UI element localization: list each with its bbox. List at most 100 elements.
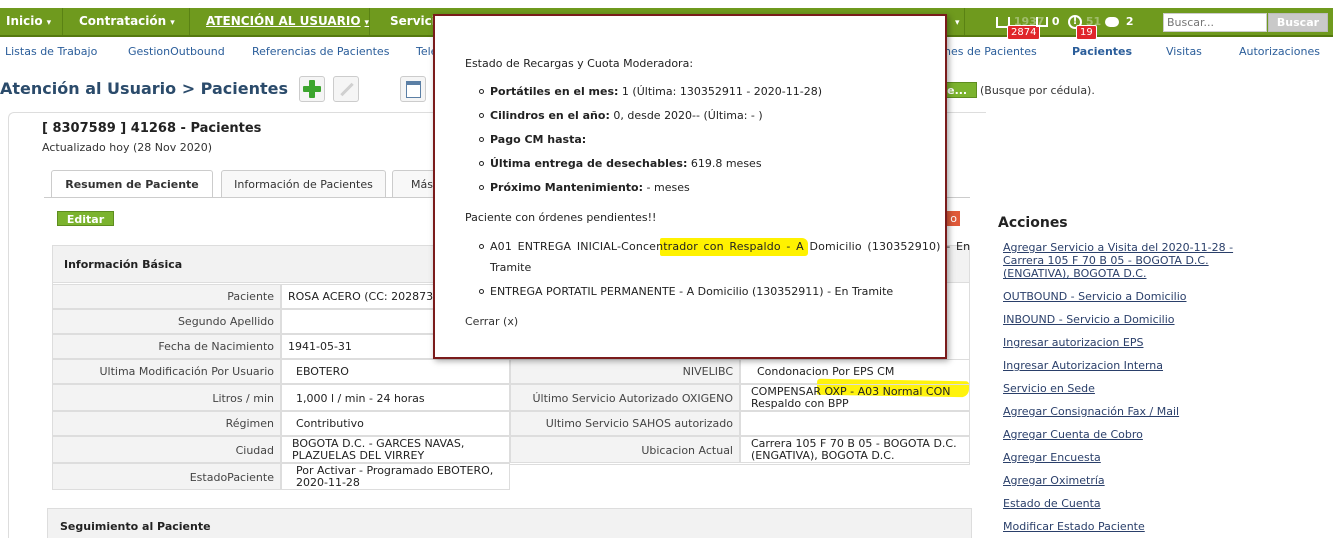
menu-atencion-usuario[interactable]: ATENCIÓN AL USUARIO ▾ bbox=[190, 8, 370, 35]
field-value-litros: 1,000 l / min - 24 horas bbox=[281, 384, 510, 411]
action-encuesta[interactable]: Agregar Encuesta bbox=[1003, 451, 1101, 464]
stat-label: Pago CM hasta: bbox=[490, 133, 587, 146]
updated-date: Actualizado hoy (28 Nov 2020) bbox=[42, 141, 212, 154]
bullet-icon bbox=[479, 137, 484, 142]
field-value-ultimo-servicio-oxigeno: COMPENSAR OXP - A03 Normal CON Respaldo … bbox=[740, 384, 970, 411]
action-inbound[interactable]: INBOUND - Servicio a Domicilio bbox=[1003, 313, 1175, 326]
modal-stat-cilindros: Cilindros en el año: 0, desde 2020-- (Úl… bbox=[490, 109, 763, 122]
subnav-visitas[interactable]: Visitas bbox=[1166, 45, 1202, 59]
stat-label: Próximo Mantenimiento: bbox=[490, 181, 644, 194]
subnav-autorizaciones[interactable]: Autorizaciones bbox=[1239, 45, 1320, 59]
field-label: Último Servicio Autorizado OXIGENO bbox=[510, 384, 740, 411]
subnav-referencias[interactable]: Referencias de Pacientes bbox=[252, 45, 389, 59]
field-value-estado-paciente: Por Activar - Programado EBOTERO, 2020-1… bbox=[281, 463, 510, 490]
chevron-down-icon: ▾ bbox=[364, 18, 370, 28]
menu-contratacion[interactable]: Contratación ▾ bbox=[63, 8, 190, 35]
basic-info-title: Información Básica bbox=[64, 258, 183, 271]
bullet-icon bbox=[479, 161, 484, 166]
field-value-regimen: Contributivo bbox=[281, 411, 510, 436]
comment-icon bbox=[1105, 17, 1119, 27]
subnav-gestion-outbound[interactable]: GestionOutbound bbox=[128, 45, 225, 59]
modal-close-link[interactable]: Cerrar (x) bbox=[465, 315, 518, 328]
document-button[interactable] bbox=[400, 76, 426, 102]
field-value-ubicacion-actual: Carrera 105 F 70 B 05 - BOGOTA D.C. (ENG… bbox=[740, 436, 970, 463]
field-label: Segundo Apellido bbox=[52, 309, 281, 334]
edit-tool-button[interactable] bbox=[333, 76, 359, 102]
comments-count: 2 bbox=[1125, 15, 1134, 28]
action-modificar-estado[interactable]: Modificar Estado Paciente bbox=[1003, 520, 1145, 533]
bullet-icon bbox=[479, 244, 484, 249]
followup-title: Seguimiento al Paciente bbox=[60, 520, 211, 533]
field-label: Ubicacion Actual bbox=[510, 436, 740, 463]
pencil-icon bbox=[340, 82, 354, 97]
modal-stat-pago-cm: Pago CM hasta: bbox=[490, 133, 586, 146]
bullet-icon bbox=[479, 113, 484, 118]
tab-resumen-paciente[interactable]: Resumen de Paciente bbox=[51, 170, 213, 198]
field-label: Ultima Modificación Por Usuario bbox=[52, 359, 281, 384]
field-label: Ciudad bbox=[52, 436, 281, 463]
stat-label: Última entrega de desechables: bbox=[490, 157, 688, 170]
document-icon-bar bbox=[406, 81, 421, 85]
modal-stat-mantenimiento: Próximo Mantenimiento: - meses bbox=[490, 181, 690, 194]
stat-label: Portátiles en el mes: bbox=[490, 85, 619, 98]
menu-inicio[interactable]: Inicio ▾ bbox=[0, 8, 63, 35]
field-label: EstadoPaciente bbox=[52, 463, 281, 490]
page-title: Atención al Usuario > Pacientes bbox=[0, 79, 288, 98]
menu-contratacion-label: Contratación bbox=[79, 14, 167, 28]
action-autorizacion-interna[interactable]: Ingresar Autorizacion Interna bbox=[1003, 359, 1163, 372]
modal-order-2: ENTREGA PORTATIL PERMANENTE - A Domicili… bbox=[490, 285, 894, 298]
modal-pending-heading: Paciente con órdenes pendientes!! bbox=[465, 211, 657, 224]
actions-title: Acciones bbox=[998, 215, 1068, 231]
stat-value: 619.8 meses bbox=[690, 157, 762, 170]
subnav-listas-trabajo[interactable]: Listas de Trabajo bbox=[5, 45, 97, 59]
plus-icon-bar bbox=[303, 86, 321, 92]
action-outbound[interactable]: OUTBOUND - Servicio a Domicilio bbox=[1003, 290, 1186, 303]
chevron-down-icon: ▾ bbox=[955, 18, 960, 28]
messages-count: 0 bbox=[1051, 15, 1060, 28]
field-label: Régimen bbox=[52, 411, 281, 436]
modal-order-1-cont: Tramite bbox=[490, 261, 532, 274]
modal-heading: Estado de Recargas y Cuota Moderadora: bbox=[465, 57, 694, 70]
field-label: Litros / min bbox=[52, 384, 281, 411]
action-estado-cuenta[interactable]: Estado de Cuenta bbox=[1003, 497, 1101, 510]
add-patient-button[interactable] bbox=[299, 76, 325, 102]
bullet-icon bbox=[479, 289, 484, 294]
menu-inicio-label: Inicio bbox=[6, 14, 43, 28]
menu-servicio[interactable]: Servicio bbox=[370, 8, 444, 35]
field-value-sahos bbox=[740, 411, 970, 436]
action-cuenta-cobro[interactable]: Agregar Cuenta de Cobro bbox=[1003, 428, 1143, 441]
modal-stat-desechables: Última entrega de desechables: 619.8 mes… bbox=[490, 157, 762, 170]
alerts-badge: 19 bbox=[1076, 25, 1097, 40]
search-input[interactable] bbox=[1163, 13, 1267, 32]
cedula-hint: (Busque por cédula). bbox=[980, 84, 1095, 97]
action-consignacion[interactable]: Agregar Consignación Fax / Mail bbox=[1003, 405, 1179, 418]
field-label: Paciente bbox=[52, 284, 281, 309]
search-button[interactable]: Buscar bbox=[1268, 13, 1328, 32]
field-value-modificado-por: EBOTERO bbox=[281, 359, 510, 384]
edit-button[interactable]: Editar bbox=[57, 211, 114, 226]
action-oximetria[interactable]: Agregar Oximetría bbox=[1003, 474, 1105, 487]
comments-counter[interactable]: 2 bbox=[1105, 8, 1134, 35]
action-autorizacion-eps[interactable]: Ingresar autorizacion EPS bbox=[1003, 336, 1143, 349]
menu-atencion-label: ATENCIÓN AL USUARIO bbox=[206, 14, 361, 28]
field-label: NIVELIBC bbox=[510, 359, 740, 384]
stat-label: Cilindros en el año: bbox=[490, 109, 610, 122]
action-servicio-sede[interactable]: Servicio en Sede bbox=[1003, 382, 1095, 395]
bullet-icon bbox=[479, 185, 484, 190]
subnav-ordenes-pacientes[interactable]: nes de Pacientes bbox=[944, 45, 1037, 59]
chevron-down-icon: ▾ bbox=[170, 18, 175, 28]
field-label: Ultimo Servicio SAHOS autorizado bbox=[510, 411, 740, 436]
tab-informacion-pacientes[interactable]: Información de Pacientes bbox=[221, 170, 386, 197]
action-agregar-servicio-visita[interactable]: Agregar Servicio a Visita del 2020-11-28… bbox=[1003, 241, 1253, 280]
stat-value: 1 (Última: 130352911 - 2020-11-28) bbox=[621, 85, 823, 98]
field-value-ciudad: BOGOTA D.C. - GARCES NAVAS, PLAZUELAS DE… bbox=[281, 436, 510, 463]
modal-order-1: A01 ENTREGA INICIAL-Concentrador con Res… bbox=[490, 240, 971, 253]
messages-counter[interactable]: 0 bbox=[1036, 8, 1060, 35]
stat-value: - meses bbox=[646, 181, 690, 194]
chevron-down-icon: ▾ bbox=[46, 18, 52, 28]
stat-value: 0, desde 2020-- (Última: - ) bbox=[613, 109, 763, 122]
menu-hidden[interactable]: ▾ bbox=[945, 8, 965, 35]
field-label: Fecha de Nacimiento bbox=[52, 334, 281, 359]
subnav-pacientes[interactable]: Pacientes bbox=[1072, 45, 1132, 59]
record-title: [ 8307589 ] 41268 - Pacientes bbox=[42, 121, 262, 136]
